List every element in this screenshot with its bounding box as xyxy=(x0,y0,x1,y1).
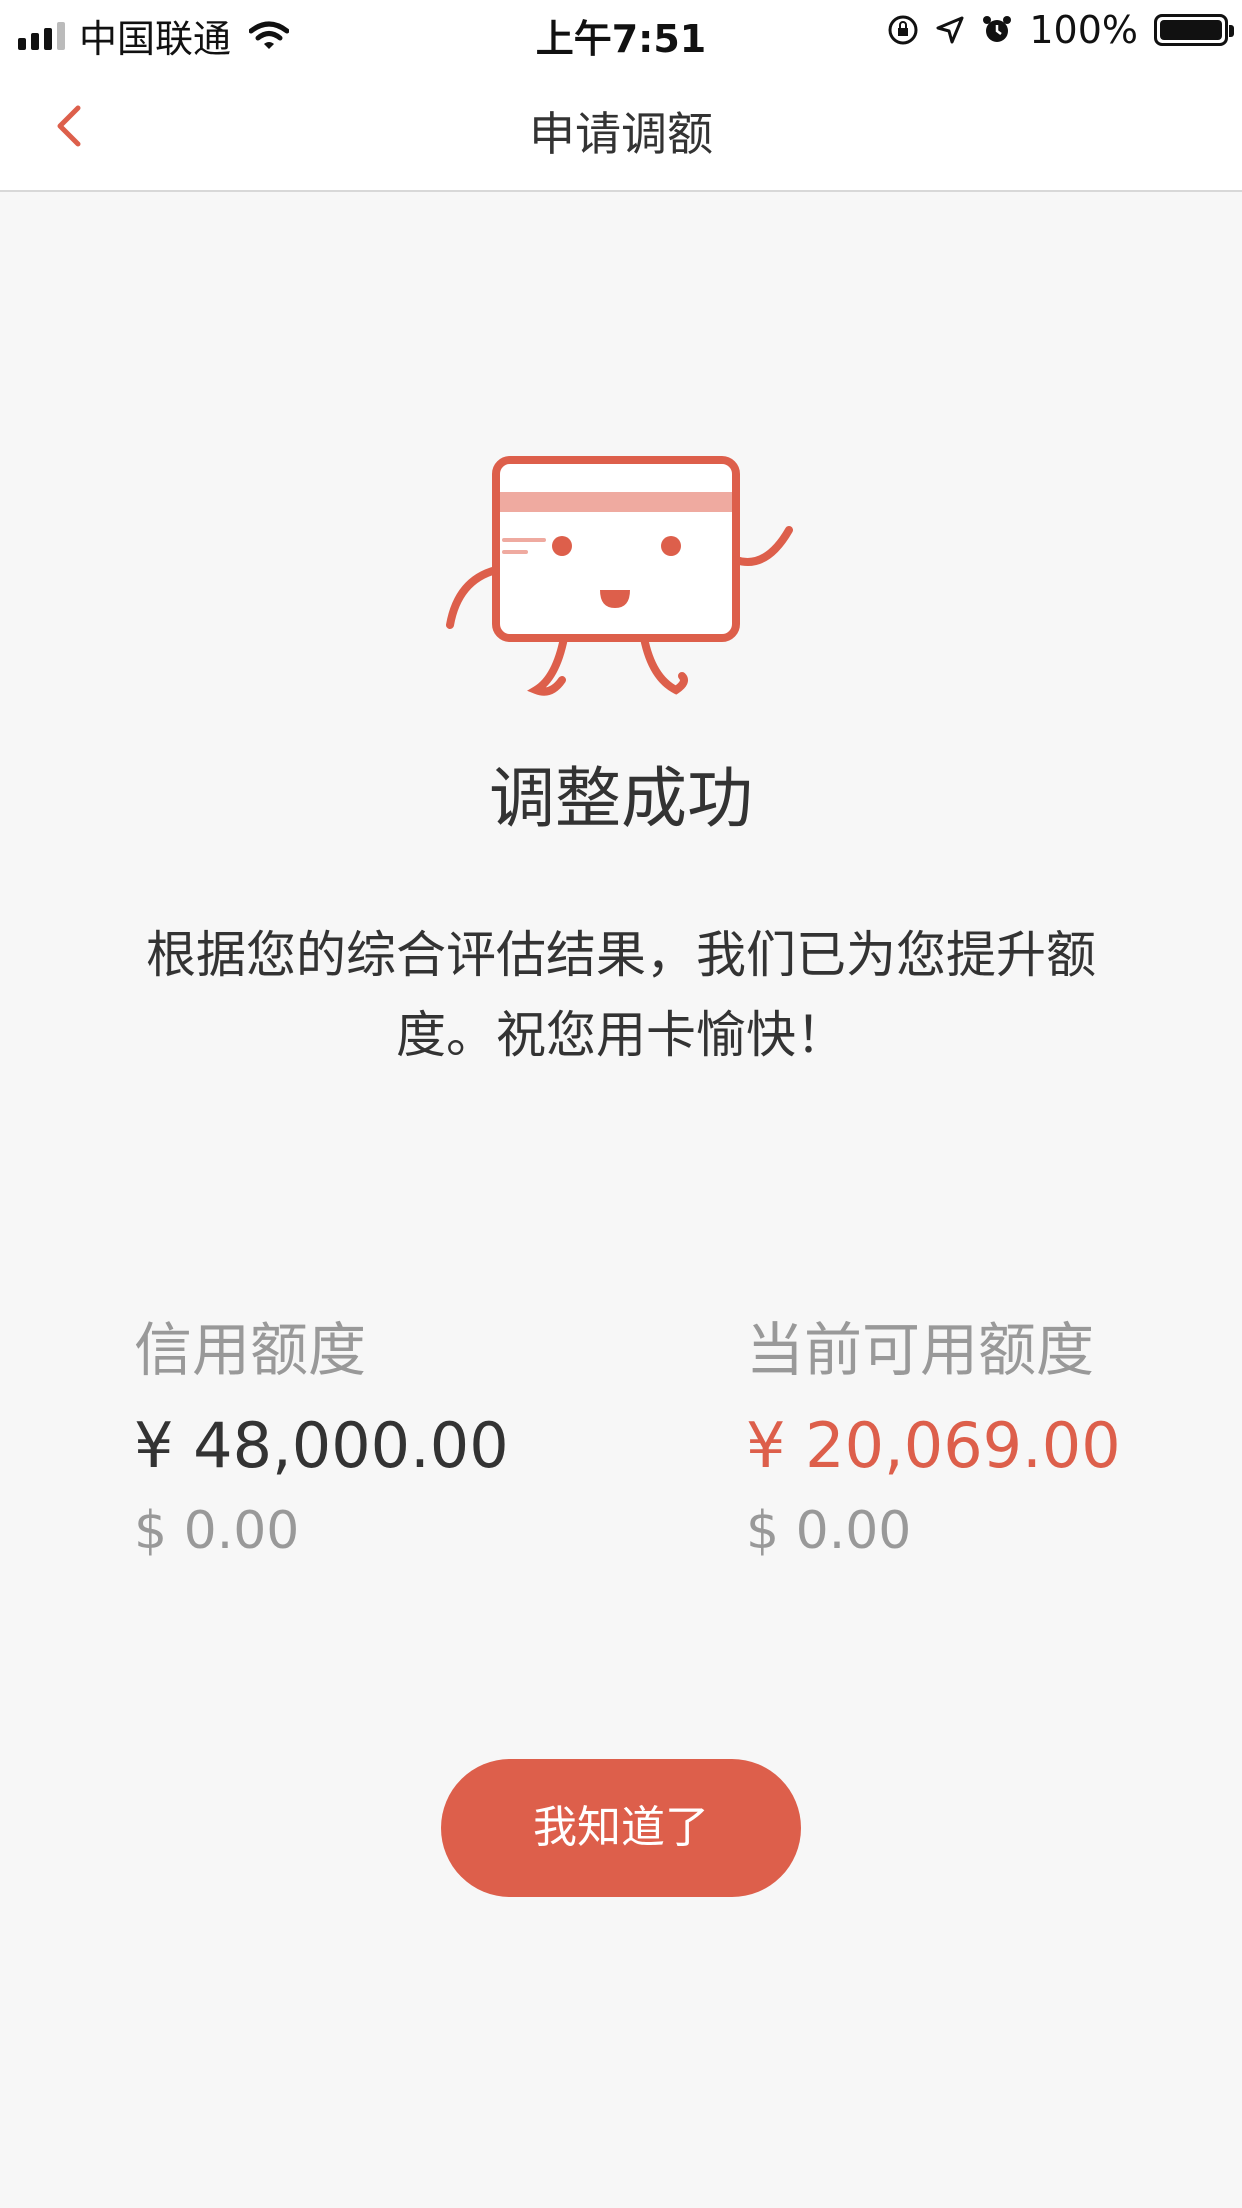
available-limit-usd: $ 0.00 xyxy=(746,1501,912,1561)
orientation-lock-icon xyxy=(888,15,918,45)
available-limit-label: 当前可用额度 xyxy=(746,1316,1095,1384)
available-limit-cny: ¥ 20,069.00 xyxy=(746,1409,1121,1482)
nav-bar: 申请调额 xyxy=(0,60,1242,192)
battery-percent: 100% xyxy=(1029,8,1138,52)
ok-button[interactable]: 我知道了 xyxy=(441,1759,801,1897)
credit-limit: 信用额度 ¥ 48,000.00 $ 0.00 xyxy=(134,1310,509,1566)
card-mascot-icon xyxy=(446,456,793,696)
success-title: 调整成功 xyxy=(489,760,753,837)
battery-icon xyxy=(1154,14,1234,46)
result-message: 根据您的综合评估结果，我们已为您提升额度。祝您用卡愉快！ xyxy=(146,926,1096,1064)
alarm-icon xyxy=(983,16,1012,42)
credit-limit-label: 信用额度 xyxy=(134,1316,367,1384)
credit-limit-cny: ¥ 48,000.00 xyxy=(134,1409,509,1482)
credit-limit-usd: $ 0.00 xyxy=(134,1501,300,1561)
status-right: 100% xyxy=(887,8,1234,52)
location-icon xyxy=(936,16,964,44)
available-limit: 当前可用额度 ¥ 20,069.00 $ 0.00 xyxy=(746,1310,1121,1566)
page-title: 申请调额 xyxy=(529,107,713,161)
status-bar: 中国联通 上午7:51 100% xyxy=(0,0,1242,61)
